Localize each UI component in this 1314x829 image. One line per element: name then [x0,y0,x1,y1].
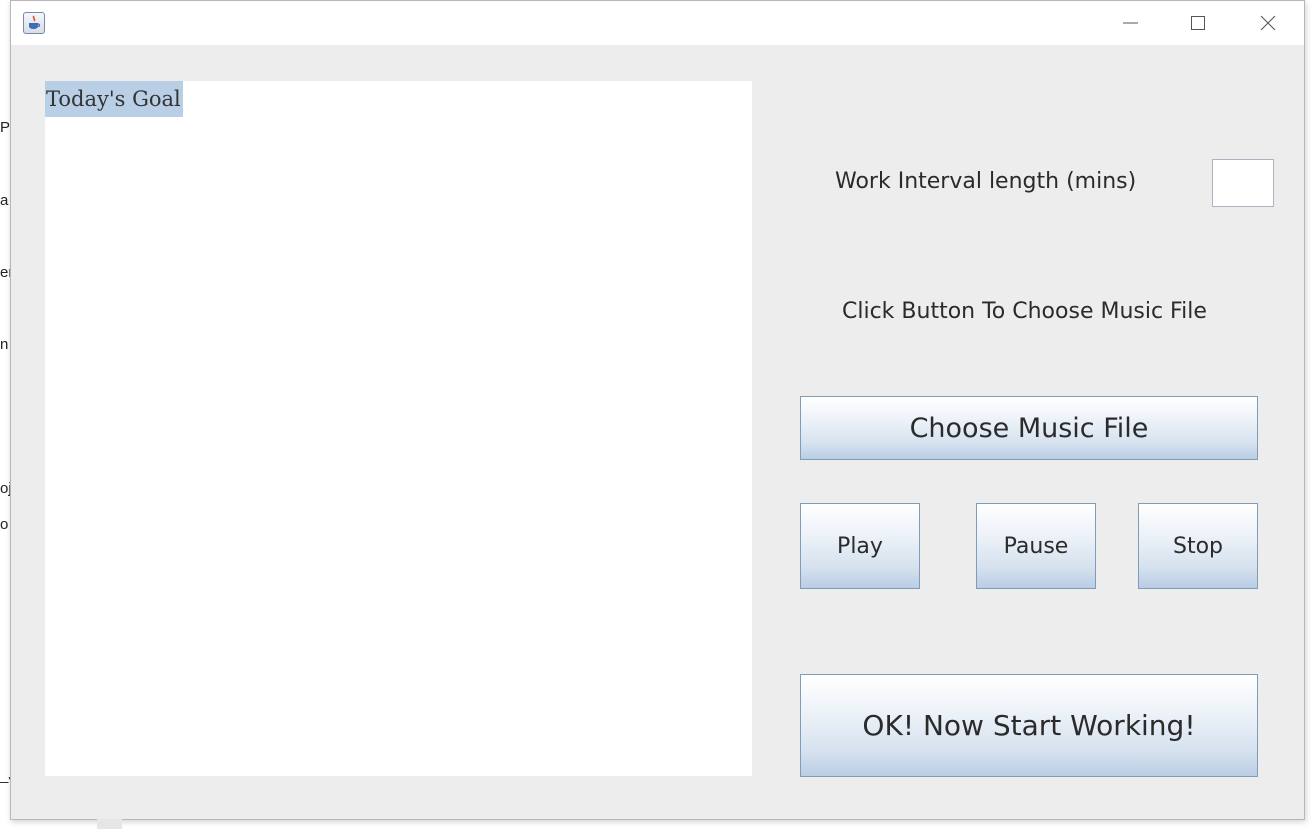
minimize-button[interactable] [1107,1,1153,45]
desktop-text-fragment: a [0,192,9,209]
maximize-icon [1191,16,1205,30]
pause-button[interactable]: Pause [976,503,1096,589]
interval-label: Work Interval length (mins) [835,169,1137,194]
close-icon [1260,15,1276,31]
goal-text-area[interactable]: Today's Goal [45,81,752,776]
interval-input[interactable] [1212,159,1274,207]
play-button[interactable]: Play [800,503,920,589]
desktop-text-fragment: o [0,516,9,533]
app-window: Today's Goal Work Interval length (mins)… [10,0,1305,820]
title-bar[interactable] [11,1,1304,45]
choose-music-button[interactable]: Choose Music File [800,396,1258,460]
minimize-icon [1123,22,1138,24]
java-cup-icon[interactable] [23,12,45,34]
goal-text[interactable]: Today's Goal [45,81,183,117]
desktop-taskbar-fragment [97,819,122,829]
desktop-text-fragment: n [0,336,9,353]
start-working-button[interactable]: OK! Now Start Working! [800,674,1258,777]
maximize-button[interactable] [1175,1,1221,45]
close-button[interactable] [1245,1,1291,45]
music-instruction-label: Click Button To Choose Music File [842,299,1207,324]
stop-button[interactable]: Stop [1138,503,1258,589]
